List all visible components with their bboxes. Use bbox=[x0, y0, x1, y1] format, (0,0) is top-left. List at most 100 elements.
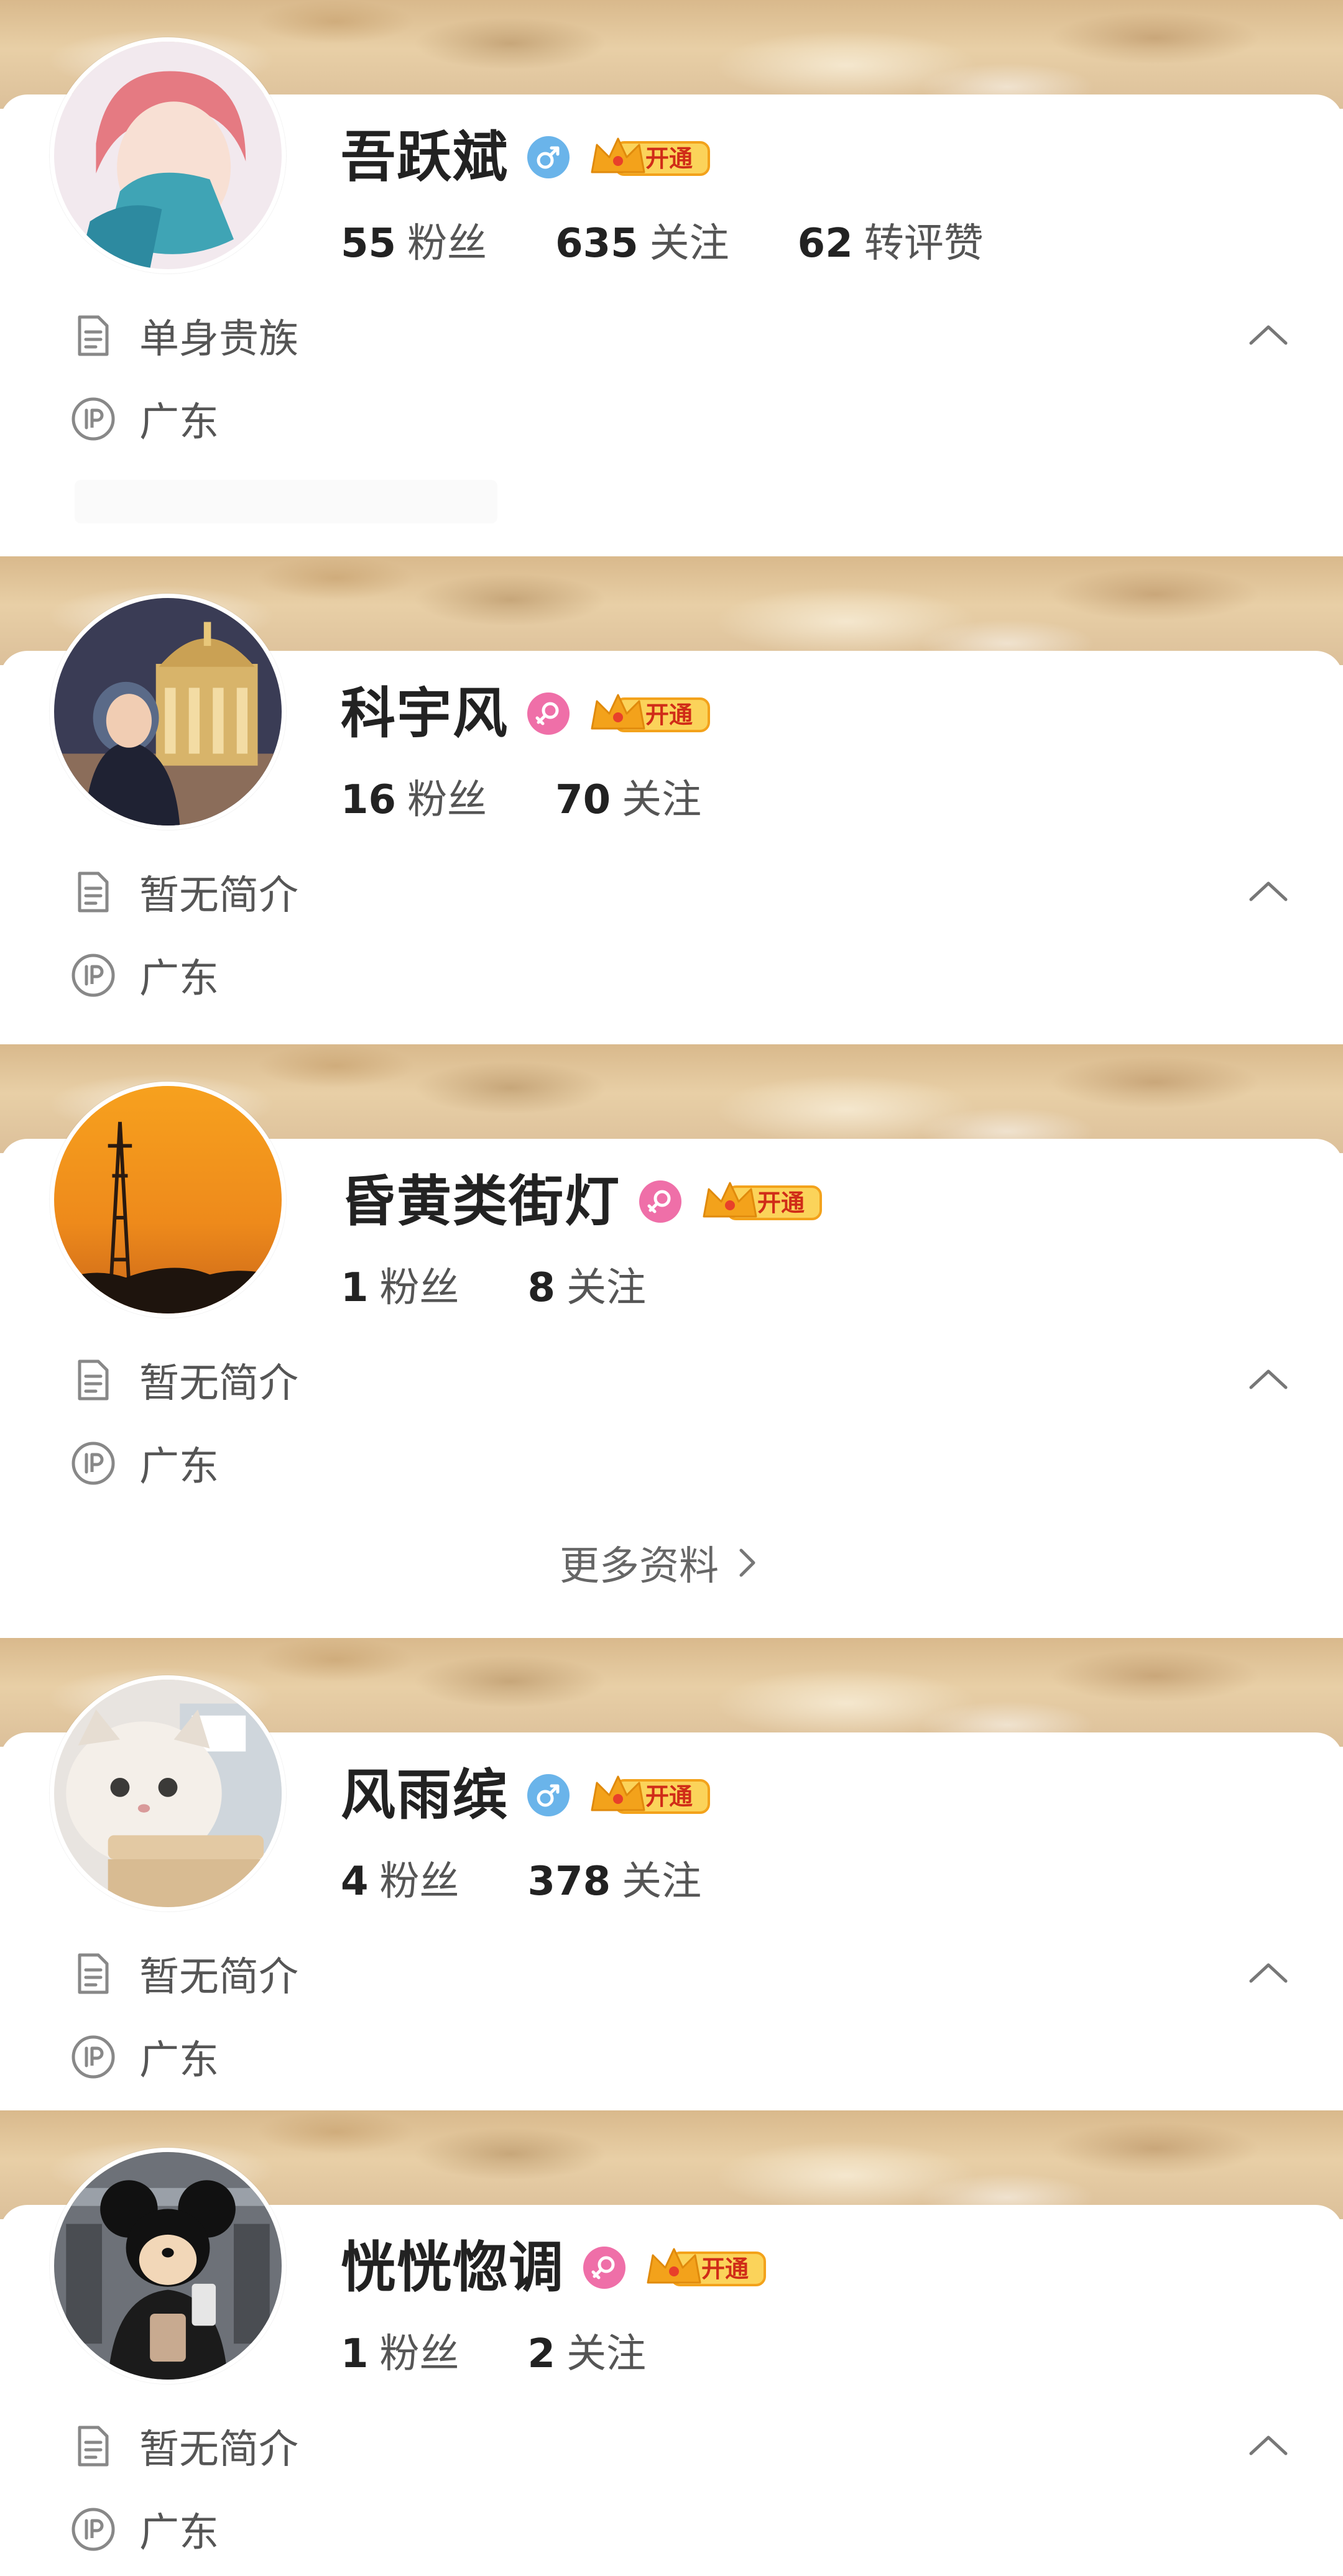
ip-row: 广东 bbox=[70, 2501, 219, 2558]
following-stat[interactable]: 70 关注 bbox=[555, 768, 701, 825]
loading-placeholder bbox=[75, 480, 497, 523]
following-count: 378 bbox=[527, 1859, 611, 1905]
bio-text: 暂无简介 bbox=[139, 2427, 298, 2473]
ip-location: 广东 bbox=[139, 2510, 219, 2556]
bio-row: 暂无简介 bbox=[70, 1945, 298, 2002]
ip-row: 广东 bbox=[70, 1435, 219, 1492]
profile-name-row: 恍恍惚调 开通 bbox=[341, 2233, 768, 2302]
ip-location: 广东 bbox=[139, 2038, 219, 2084]
profile-card-body: 恍恍惚调 开通 1 粉丝 2 关注 暂无简介 广东 bbox=[0, 2148, 1343, 2576]
following-stat[interactable]: 378 关注 bbox=[528, 1849, 702, 1907]
ip-location: 广东 bbox=[139, 1444, 219, 1490]
followers-stat[interactable]: 16 粉丝 bbox=[341, 768, 487, 825]
ip-icon bbox=[70, 2506, 117, 2553]
bio-row: 单身贵族 bbox=[70, 307, 298, 364]
followers-stat[interactable]: 55 粉丝 bbox=[341, 211, 487, 269]
profile-name-row: 科宇风 开通 bbox=[341, 679, 713, 748]
ip-location: 广东 bbox=[139, 956, 219, 1002]
bio-row: 暂无简介 bbox=[70, 863, 298, 921]
profile-card-4: 风雨缤 开通 4 粉丝 378 关注 暂无简介 广东 bbox=[0, 1638, 1343, 2110]
chevron-up-icon[interactable] bbox=[1244, 1360, 1293, 1397]
vip-open-badge[interactable]: 开通 bbox=[644, 2244, 768, 2291]
followers-stat[interactable]: 1 粉丝 bbox=[341, 1256, 459, 1313]
document-icon bbox=[70, 868, 117, 916]
chevron-up-icon[interactable] bbox=[1244, 2426, 1293, 2463]
followers-count: 1 bbox=[341, 1265, 369, 1311]
interactions-label: 转评赞 bbox=[864, 221, 984, 267]
profile-stats: 55 粉丝 635 关注 62 转评赞 bbox=[341, 211, 984, 269]
bio-text: 暂无简介 bbox=[139, 1954, 298, 2000]
chevron-up-icon[interactable] bbox=[1244, 872, 1293, 909]
male-icon bbox=[526, 1773, 571, 1818]
following-stat[interactable]: 8 关注 bbox=[528, 1256, 647, 1313]
bio-text: 暂无简介 bbox=[139, 1361, 298, 1407]
avatar[interactable] bbox=[50, 1675, 286, 1911]
male-icon bbox=[526, 135, 571, 180]
profile-name[interactable]: 科宇风 bbox=[341, 679, 509, 748]
profile-card-body: 科宇风 开通 16 粉丝 70 关注 暂无简介 广东 bbox=[0, 594, 1343, 1044]
document-icon bbox=[70, 2422, 117, 2470]
ip-row: 广东 bbox=[70, 2028, 219, 2086]
followers-stat[interactable]: 1 粉丝 bbox=[341, 2322, 459, 2379]
vip-label: 开通 bbox=[701, 2255, 749, 2283]
bio-row: 暂无简介 bbox=[70, 2417, 298, 2475]
profile-stats: 16 粉丝 70 关注 bbox=[341, 768, 701, 825]
ip-location: 广东 bbox=[139, 400, 219, 446]
document-icon bbox=[70, 1356, 117, 1404]
avatar[interactable] bbox=[50, 1082, 286, 1318]
profile-card-body: 昏黄类街灯 开通 1 粉丝 8 关注 暂无简介 广东 更多资料 bbox=[0, 1082, 1343, 1638]
profile-name-row: 风雨缤 开通 bbox=[341, 1761, 713, 1829]
chevron-up-icon[interactable] bbox=[1244, 316, 1293, 353]
vip-label: 开通 bbox=[645, 701, 693, 729]
vip-label: 开通 bbox=[645, 145, 693, 172]
profile-stats: 1 粉丝 8 关注 bbox=[341, 1256, 646, 1313]
avatar[interactable] bbox=[50, 37, 286, 274]
followers-count: 1 bbox=[341, 2331, 369, 2377]
document-icon bbox=[70, 1950, 117, 1997]
followers-count: 16 bbox=[341, 777, 397, 823]
vip-open-badge[interactable]: 开通 bbox=[588, 1772, 713, 1819]
avatar[interactable] bbox=[50, 594, 286, 830]
followers-label: 粉丝 bbox=[379, 2331, 459, 2377]
vip-open-badge[interactable]: 开通 bbox=[588, 134, 713, 181]
chevron-up-icon[interactable] bbox=[1244, 1954, 1293, 1991]
following-count: 8 bbox=[527, 1265, 556, 1311]
following-label: 关注 bbox=[566, 2331, 647, 2377]
followers-label: 粉丝 bbox=[379, 1859, 459, 1905]
profile-name[interactable]: 风雨缤 bbox=[341, 1761, 509, 1829]
bio-text: 单身贵族 bbox=[139, 316, 298, 362]
bio-row: 暂无简介 bbox=[70, 1351, 298, 1409]
profile-name[interactable]: 吾跃斌 bbox=[341, 123, 509, 191]
female-icon bbox=[526, 691, 571, 736]
ip-icon bbox=[70, 1440, 117, 1487]
following-stat[interactable]: 2 关注 bbox=[528, 2322, 647, 2379]
following-label: 关注 bbox=[649, 221, 729, 267]
ip-row: 广东 bbox=[70, 947, 219, 1004]
profile-name[interactable]: 昏黄类街灯 bbox=[341, 1167, 621, 1236]
profile-name-row: 昏黄类街灯 开通 bbox=[341, 1167, 824, 1236]
profile-card-2: 科宇风 开通 16 粉丝 70 关注 暂无简介 广东 bbox=[0, 556, 1343, 1044]
followers-label: 粉丝 bbox=[407, 777, 487, 823]
interactions-stat[interactable]: 62 转评赞 bbox=[798, 211, 984, 269]
chevron-right-icon bbox=[739, 1548, 755, 1577]
avatar[interactable] bbox=[50, 2148, 286, 2384]
ip-icon bbox=[70, 952, 117, 999]
ip-row: 广东 bbox=[70, 390, 219, 448]
following-label: 关注 bbox=[566, 1265, 647, 1311]
following-count: 2 bbox=[527, 2331, 556, 2377]
profile-name[interactable]: 恍恍惚调 bbox=[341, 2233, 565, 2302]
vip-label: 开通 bbox=[757, 1189, 805, 1217]
following-count: 70 bbox=[555, 777, 611, 823]
profile-card-body: 吾跃斌 开通 55 粉丝 635 关注 62 转评赞 单身贵族 广东 bbox=[0, 37, 1343, 556]
profile-card-5: 恍恍惚调 开通 1 粉丝 2 关注 暂无简介 广东 bbox=[0, 2110, 1343, 2576]
profile-card-1: 吾跃斌 开通 55 粉丝 635 关注 62 转评赞 单身贵族 广东 bbox=[0, 0, 1343, 556]
vip-open-badge[interactable]: 开通 bbox=[700, 1178, 824, 1225]
vip-label: 开通 bbox=[645, 1783, 693, 1810]
ip-icon bbox=[70, 2033, 117, 2081]
vip-open-badge[interactable]: 开通 bbox=[588, 690, 713, 737]
followers-stat[interactable]: 4 粉丝 bbox=[341, 1849, 459, 1907]
more-info-link[interactable]: 更多资料 bbox=[560, 1534, 760, 1591]
bio-text: 暂无简介 bbox=[139, 873, 298, 919]
following-count: 635 bbox=[555, 221, 639, 267]
following-stat[interactable]: 635 关注 bbox=[555, 211, 729, 269]
